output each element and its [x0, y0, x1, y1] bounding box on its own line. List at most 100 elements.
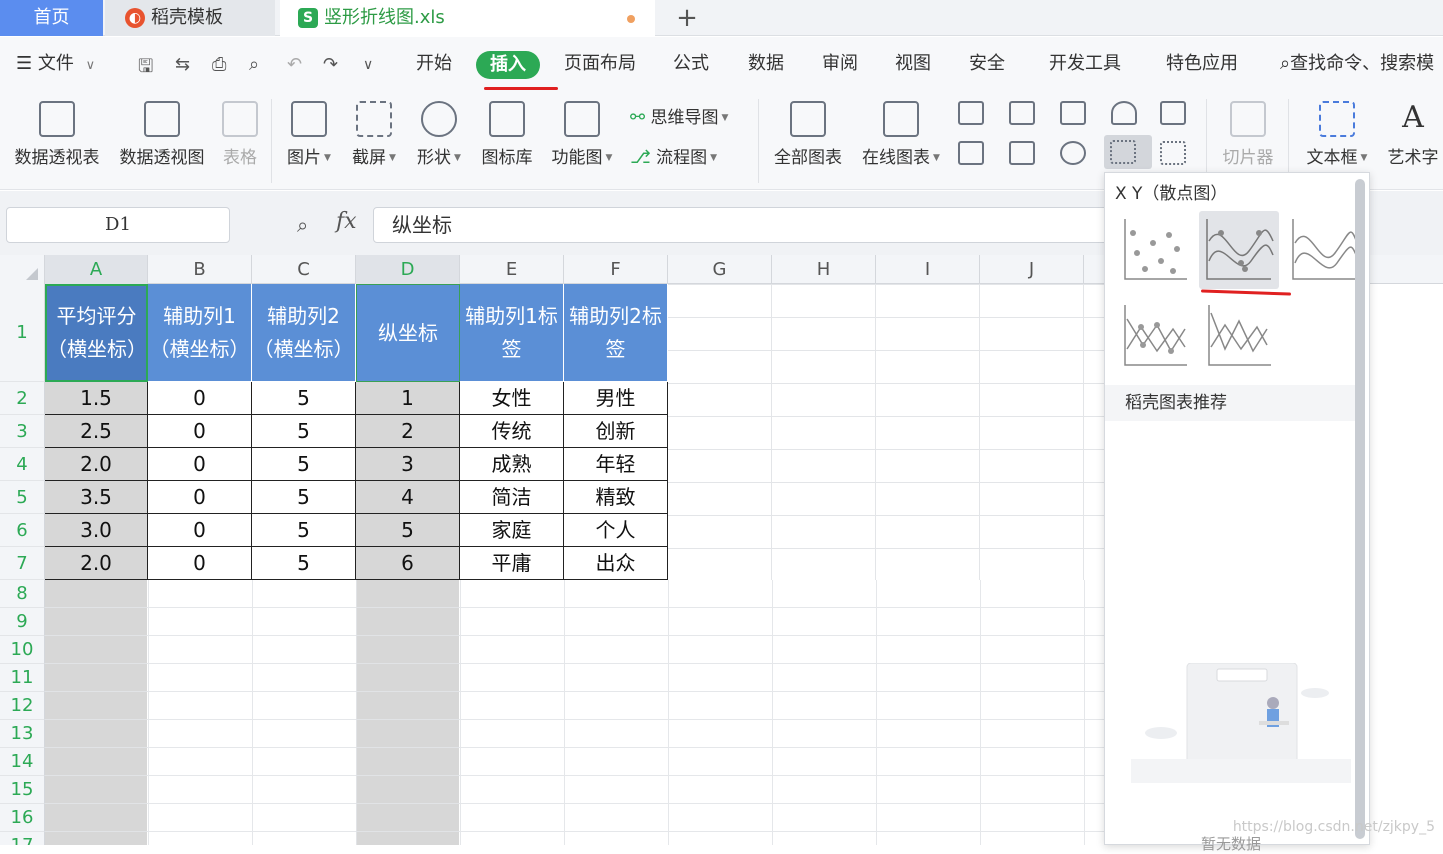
cell-e1[interactable]: 辅助列1标签 [460, 284, 564, 382]
cell-a2[interactable]: 1.5 [45, 382, 148, 415]
row-header-1[interactable]: 1 [0, 284, 45, 382]
cell-a6[interactable]: 3.0 [45, 514, 148, 547]
row-header-12[interactable]: 12 [0, 692, 45, 720]
cell-a5[interactable]: 3.5 [45, 481, 148, 514]
combo-chart-icon[interactable] [1009, 141, 1035, 165]
cell-f5[interactable]: 精致 [564, 481, 668, 514]
cell-b1[interactable]: 辅助列1（横坐标） [148, 284, 252, 382]
textbox-button[interactable]: 文本框▼ [1302, 101, 1372, 168]
cell-e2[interactable]: 女性 [460, 382, 564, 415]
row-header-6[interactable]: 6 [0, 514, 45, 547]
cell-c7[interactable]: 5 [252, 547, 356, 580]
column-header-j[interactable]: J [980, 255, 1084, 284]
mindmap-button[interactable]: ⚯ 思维导图▼ [630, 103, 728, 128]
online-charts-button[interactable]: 在线图表▼ [858, 101, 944, 168]
more-chevron-icon[interactable]: ∨ [363, 57, 373, 73]
menu-review[interactable]: 审阅 [822, 52, 858, 76]
pie-chart-icon[interactable] [1060, 141, 1086, 165]
cell-f4[interactable]: 年轻 [564, 448, 668, 481]
column-header-f[interactable]: F [564, 255, 668, 284]
cell-e4[interactable]: 成熟 [460, 448, 564, 481]
radar-chart-icon[interactable] [1111, 101, 1137, 125]
empty-grid-area[interactable] [45, 580, 1105, 845]
pivot-chart-button[interactable]: 数据透视图 [116, 101, 208, 168]
menu-features[interactable]: 特色应用 [1166, 52, 1238, 76]
cell-d7[interactable]: 6 [356, 547, 460, 580]
stock-chart-icon[interactable] [1160, 101, 1186, 125]
cell-d2[interactable]: 1 [356, 382, 460, 415]
column-header-e[interactable]: E [460, 255, 564, 284]
menu-data[interactable]: 数据 [748, 52, 784, 76]
cell-e7[interactable]: 平庸 [460, 547, 564, 580]
menu-page-layout[interactable]: 页面布局 [564, 52, 636, 76]
menu-security[interactable]: 安全 [969, 52, 1005, 76]
column-header-b[interactable]: B [148, 255, 252, 284]
row-header-13[interactable]: 13 [0, 720, 45, 748]
pivot-table-button[interactable]: 数据透视表 [12, 101, 102, 168]
row-header-5[interactable]: 5 [0, 481, 45, 514]
cell-b2[interactable]: 0 [148, 382, 252, 415]
column-header-i[interactable]: I [876, 255, 980, 284]
row-header-11[interactable]: 11 [0, 664, 45, 692]
undo-icon[interactable]: ↶ [287, 54, 302, 75]
print-icon[interactable]: ⎙ [212, 54, 226, 75]
area-chart-icon[interactable] [958, 141, 984, 165]
row-header-8[interactable]: 8 [0, 580, 45, 608]
cell-b3[interactable]: 0 [148, 415, 252, 448]
column-header-a[interactable]: A [45, 255, 148, 284]
column-header-g[interactable]: G [668, 255, 772, 284]
menu-insert[interactable]: 插入 [476, 51, 540, 79]
wordart-button[interactable]: A艺术字 [1384, 101, 1442, 168]
screenshot-button[interactable]: 截屏▼ [349, 101, 399, 168]
bubble-chart-icon[interactable] [1160, 141, 1186, 165]
cell-a4[interactable]: 2.0 [45, 448, 148, 481]
print-preview-icon[interactable]: ⌕ [249, 54, 259, 75]
cell-e6[interactable]: 家庭 [460, 514, 564, 547]
row-header-4[interactable]: 4 [0, 448, 45, 481]
zoom-formula-icon[interactable]: ⌕ [297, 213, 308, 237]
export-icon[interactable]: ⇆ [175, 54, 190, 75]
cell-d1[interactable]: 纵坐标 [356, 284, 460, 382]
row-header-15[interactable]: 15 [0, 776, 45, 804]
column-header-c[interactable]: C [252, 255, 356, 284]
save-icon[interactable]: 🖫 [138, 54, 153, 84]
new-tab-button[interactable]: + [672, 0, 702, 36]
cell-f6[interactable]: 个人 [564, 514, 668, 547]
cell-c6[interactable]: 5 [252, 514, 356, 547]
cell-e5[interactable]: 简洁 [460, 481, 564, 514]
cell-a3[interactable]: 2.5 [45, 415, 148, 448]
row-header-9[interactable]: 9 [0, 608, 45, 636]
row-header-17[interactable]: 17 [0, 832, 45, 845]
menu-view[interactable]: 视图 [895, 52, 931, 76]
cell-d5[interactable]: 4 [356, 481, 460, 514]
scatter-markers-option[interactable] [1117, 213, 1197, 291]
cell-c3[interactable]: 5 [252, 415, 356, 448]
scatter-straight-lines-option[interactable] [1201, 299, 1281, 377]
docer-chart-recommend[interactable]: 稻壳图表推荐 [1105, 385, 1357, 421]
name-box[interactable]: D1 [6, 207, 230, 243]
icon-library-button[interactable]: 图标库 [479, 101, 535, 168]
column-chart-icon[interactable] [958, 101, 984, 125]
scatter-straight-lines-markers-option[interactable] [1117, 299, 1197, 377]
cell-b4[interactable]: 0 [148, 448, 252, 481]
search-command[interactable]: ⌕查找命令、搜索模 [1280, 52, 1434, 76]
picture-button[interactable]: 图片▼ [284, 101, 334, 168]
table-button[interactable]: 表格 [220, 101, 260, 168]
scatter-smooth-lines-markers-option[interactable] [1199, 211, 1279, 289]
menu-formula[interactable]: 公式 [673, 52, 709, 76]
line-chart-icon[interactable] [1060, 101, 1086, 125]
cell-c1[interactable]: 辅助列2（横坐标） [252, 284, 356, 382]
empty-grid-area-right[interactable] [668, 284, 1104, 580]
column-header-d[interactable]: D [356, 255, 460, 284]
row-header-3[interactable]: 3 [0, 415, 45, 448]
row-header-16[interactable]: 16 [0, 804, 45, 832]
cell-a7[interactable]: 2.0 [45, 547, 148, 580]
cell-c4[interactable]: 5 [252, 448, 356, 481]
row-header-7[interactable]: 7 [0, 547, 45, 580]
formula-input[interactable]: 纵坐标 [373, 207, 1133, 243]
select-all-corner[interactable] [0, 255, 45, 284]
function-chart-button[interactable]: 功能图▼ [548, 101, 616, 168]
row-header-10[interactable]: 10 [0, 636, 45, 664]
cell-f7[interactable]: 出众 [564, 547, 668, 580]
cell-a1[interactable]: 平均评分（横坐标） [45, 284, 148, 382]
